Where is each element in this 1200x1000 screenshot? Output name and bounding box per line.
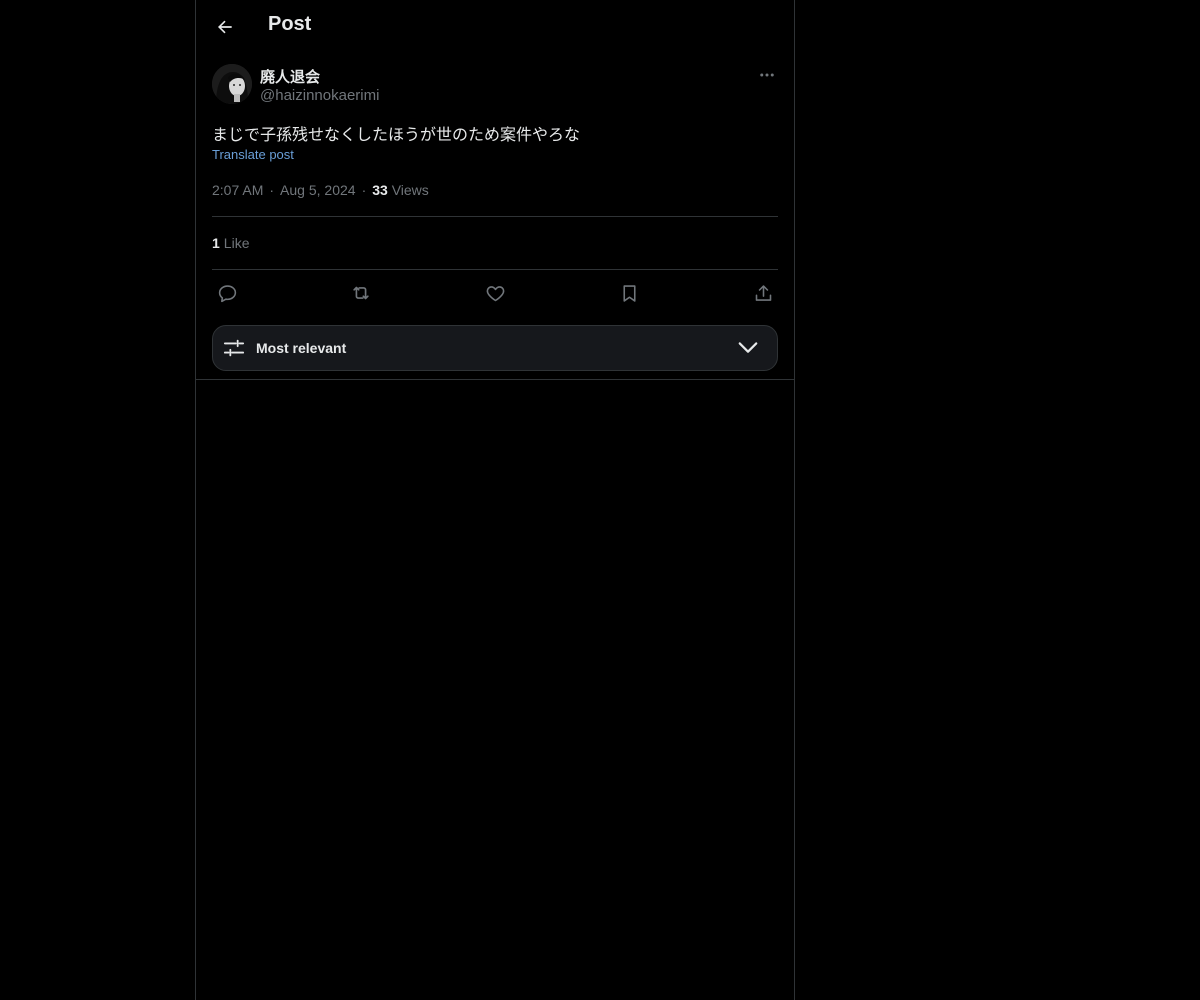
reply-button[interactable]: [215, 281, 239, 305]
sliders-icon: [223, 339, 245, 357]
post-meta: 2:07 AM · Aug 5, 2024 · 33 Views: [212, 182, 429, 198]
section-divider: [196, 379, 794, 380]
action-bar: [212, 281, 778, 305]
post-time[interactable]: 2:07 AM: [212, 182, 263, 198]
arrow-left-icon: [218, 20, 232, 34]
reply-icon: [218, 284, 236, 302]
repost-button[interactable]: [349, 281, 373, 305]
post: 廃人退会 @haizinnokaerimi まじで子孫残せなくしたほうが世のため…: [212, 60, 778, 371]
likes-count: 1: [212, 235, 220, 251]
meta-separator: ·: [269, 182, 275, 198]
share-icon: [755, 284, 771, 301]
avatar[interactable]: [212, 64, 252, 104]
divider: [212, 269, 778, 270]
back-button[interactable]: [208, 10, 242, 44]
main-column: Post 廃人退会 @haizinnokaerimi まじで子孫残せなくしたほう…: [195, 0, 795, 1000]
more-button[interactable]: [756, 64, 778, 86]
share-button[interactable]: [751, 281, 775, 305]
post-date[interactable]: Aug 5, 2024: [280, 182, 356, 198]
bookmark-button[interactable]: [617, 281, 641, 305]
likes-label: Like: [223, 235, 250, 251]
likes-row[interactable]: 1 Like: [212, 235, 249, 251]
author-name[interactable]: 廃人退会: [260, 66, 320, 87]
author-row: 廃人退会 @haizinnokaerimi: [212, 60, 778, 108]
like-button[interactable]: [483, 281, 507, 305]
post-text: まじで子孫残せなくしたほうが世のため案件やろな: [212, 127, 581, 144]
page-title: Post: [268, 13, 312, 35]
avatar-image: [212, 64, 252, 104]
author-handle[interactable]: @haizinnokaerimi: [260, 87, 379, 104]
page-header: Post: [196, 0, 794, 53]
chevron-down-icon: [738, 342, 758, 353]
meta-separator: ·: [361, 182, 367, 198]
repost-icon: [353, 286, 369, 300]
sort-label: Most relevant: [256, 340, 347, 356]
bookmark-icon: [622, 284, 636, 302]
like-icon: [486, 285, 504, 301]
translate-post-link[interactable]: Translate post: [212, 147, 294, 162]
views-count: 33: [372, 182, 388, 198]
divider: [212, 216, 778, 217]
views-label: Views: [391, 182, 429, 198]
sort-replies-dropdown[interactable]: Most relevant: [212, 325, 778, 371]
ellipsis-icon: [760, 73, 774, 77]
